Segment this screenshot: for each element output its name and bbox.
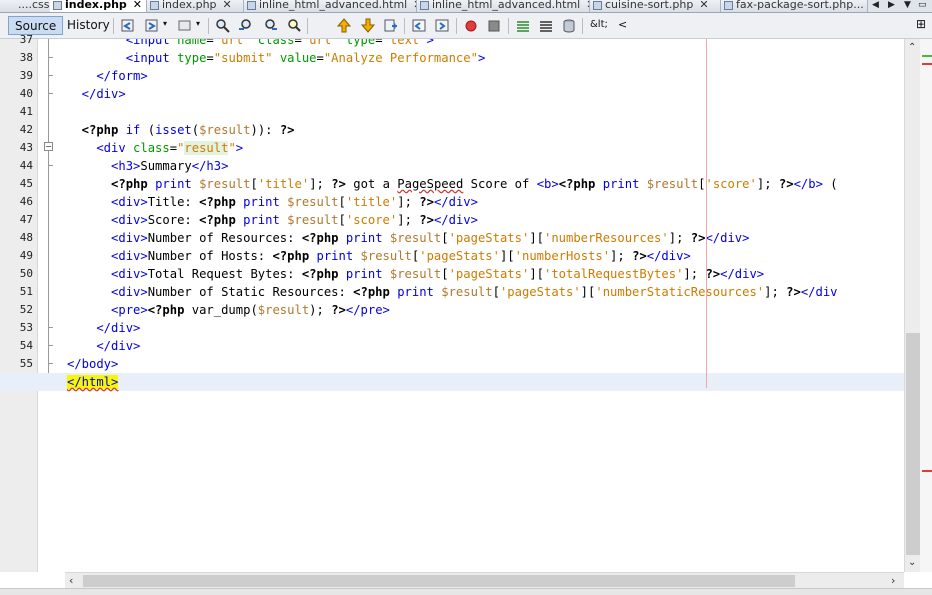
- insert-entity-button[interactable]: &lt;: [590, 19, 608, 30]
- code-line-54[interactable]: </div>: [0, 337, 904, 355]
- toolbar-separator: [404, 18, 405, 34]
- code-line-53[interactable]: </div>: [0, 319, 904, 337]
- php-file-icon: [53, 1, 62, 10]
- tab-label: inline_html_advanced.html: [259, 0, 408, 11]
- close-icon[interactable]: ✕: [223, 0, 232, 10]
- code-line-56[interactable]: </html>: [0, 373, 904, 391]
- insert-lt-button[interactable]: <: [618, 18, 627, 31]
- toggle-highlight-icon[interactable]: [286, 18, 302, 33]
- history-view-button[interactable]: History: [61, 16, 116, 35]
- next-bookmark-icon[interactable]: [360, 18, 376, 33]
- tab-label: index.php: [162, 0, 217, 11]
- comment-icon[interactable]: [515, 18, 531, 33]
- toolbar-separator: [582, 18, 583, 34]
- scroll-up-icon[interactable]: ⌃: [908, 42, 916, 53]
- code-line-42[interactable]: <?php if (isset($result)): ?>: [0, 121, 904, 139]
- editor-toolbar: Source History ▾ ▾ &lt; < ⊞: [0, 13, 932, 39]
- php-file-icon: [150, 1, 159, 10]
- code-editor[interactable]: <input name="url" class="url" type="text…: [0, 39, 904, 572]
- code-line-43[interactable]: <div class="result">: [0, 139, 904, 157]
- chevron-down-icon[interactable]: ▾: [196, 19, 200, 28]
- shift-right-icon[interactable]: [434, 18, 450, 33]
- html-file-icon: [247, 1, 256, 10]
- code-line-49[interactable]: <div>Number of Hosts: <?php print $resul…: [0, 247, 904, 265]
- tab-cuisine-sort[interactable]: cuisine-sort.php ✕: [590, 0, 721, 12]
- tab-inline-html-advanced-2[interactable]: inline_html_advanced.html✕: [417, 0, 590, 12]
- vertical-scrollbar[interactable]: ⌃ ⌄: [904, 39, 921, 572]
- tab-label: fax-package-sort.php...: [736, 0, 864, 11]
- horizontal-scroll-thumb[interactable]: [83, 575, 795, 587]
- code-line-46[interactable]: <div>Title: <?php print $result['title']…: [0, 193, 904, 211]
- code-line-38[interactable]: <input type="submit" value="Analyze Perf…: [0, 49, 904, 67]
- ok-marker[interactable]: [922, 55, 932, 57]
- scroll-tabs-left-icon[interactable]: ◀: [872, 0, 879, 12]
- scroll-tabs-right-icon[interactable]: ▶: [888, 0, 895, 12]
- php-file-icon: [593, 1, 602, 10]
- code-line-52[interactable]: <pre><?php var_dump($result); ?></pre>: [0, 301, 904, 319]
- find-icon[interactable]: [215, 18, 231, 33]
- back-icon[interactable]: [120, 18, 136, 33]
- error-stripe: [920, 39, 932, 572]
- tab-label: index.php: [65, 0, 127, 11]
- vertical-scroll-thumb[interactable]: [906, 333, 921, 555]
- split-editor-icon[interactable]: ⊞: [916, 17, 926, 31]
- code-line-48[interactable]: <div>Number of Resources: <?php print $r…: [0, 229, 904, 247]
- code-line-51[interactable]: <div>Number of Static Resources: <?php p…: [0, 283, 904, 301]
- uncomment-icon[interactable]: [538, 18, 554, 33]
- forward-icon[interactable]: [144, 18, 160, 33]
- chevron-down-icon[interactable]: ▾: [163, 19, 167, 28]
- code-line-55[interactable]: </body>: [0, 355, 904, 373]
- toolbar-separator: [508, 18, 509, 34]
- html-file-icon: [420, 1, 429, 10]
- code-line-50[interactable]: <div>Total Request Bytes: <?php print $r…: [0, 265, 904, 283]
- toolbar-separator: [113, 18, 114, 34]
- scroll-right-icon[interactable]: ›: [891, 574, 895, 587]
- find-prev-icon[interactable]: [238, 18, 254, 33]
- toolbar-separator: [307, 18, 308, 34]
- scroll-left-icon[interactable]: ‹: [69, 574, 73, 587]
- editor-tab-bar: ....css index.php ✕ index.php ✕ inline_htm…: [0, 0, 932, 13]
- tab-css[interactable]: ....css: [0, 0, 51, 12]
- tab-label: cuisine-sort.php: [605, 0, 694, 11]
- prev-bookmark-icon[interactable]: [336, 18, 352, 33]
- record-macro-icon[interactable]: [463, 18, 479, 33]
- error-marker[interactable]: [922, 63, 932, 65]
- toolbar-separator: [456, 18, 457, 34]
- tab-fax-package-sort[interactable]: fax-package-sort.php...: [721, 0, 868, 12]
- php-file-icon: [724, 1, 733, 10]
- database-icon[interactable]: [561, 18, 577, 33]
- code-line-45[interactable]: <?php print $result['title']; ?> got a P…: [0, 175, 904, 193]
- scroll-down-icon[interactable]: ⌄: [908, 557, 916, 568]
- code-line-41[interactable]: [0, 103, 904, 121]
- close-icon[interactable]: ✕: [699, 0, 708, 10]
- toolbar-separator: [208, 18, 209, 34]
- tab-index-php[interactable]: index.php ✕: [147, 0, 244, 12]
- code-line-37[interactable]: <input name="url" class="url" type="text…: [0, 39, 904, 49]
- close-icon[interactable]: ✕: [133, 0, 142, 10]
- right-margin-guide: [706, 39, 707, 388]
- tab-label: ....css: [18, 0, 50, 11]
- code-line-39[interactable]: </form>: [0, 67, 904, 85]
- horizontal-scrollbar[interactable]: ‹ ›: [65, 572, 904, 589]
- stop-macro-icon[interactable]: [486, 18, 502, 33]
- tab-index-php-active[interactable]: index.php ✕: [50, 0, 147, 12]
- tab-inline-html-advanced-1[interactable]: inline_html_advanced.html✕: [244, 0, 417, 12]
- shift-left-icon[interactable]: [411, 18, 427, 33]
- maximize-icon[interactable]: ▭: [918, 0, 927, 12]
- code-line-40[interactable]: </div>: [0, 85, 904, 103]
- error-marker[interactable]: [922, 470, 932, 472]
- code-line-44[interactable]: <h3>Summary</h3>: [0, 157, 904, 175]
- toggle-bookmark-icon[interactable]: [383, 18, 399, 33]
- tab-list-dropdown-icon[interactable]: ▼: [904, 0, 911, 12]
- last-edit-icon[interactable]: [177, 18, 193, 33]
- find-next-icon[interactable]: [262, 18, 278, 33]
- code-line-47[interactable]: <div>Score: <?php print $result['score']…: [0, 211, 904, 229]
- tab-label: inline_html_advanced.html: [432, 0, 581, 11]
